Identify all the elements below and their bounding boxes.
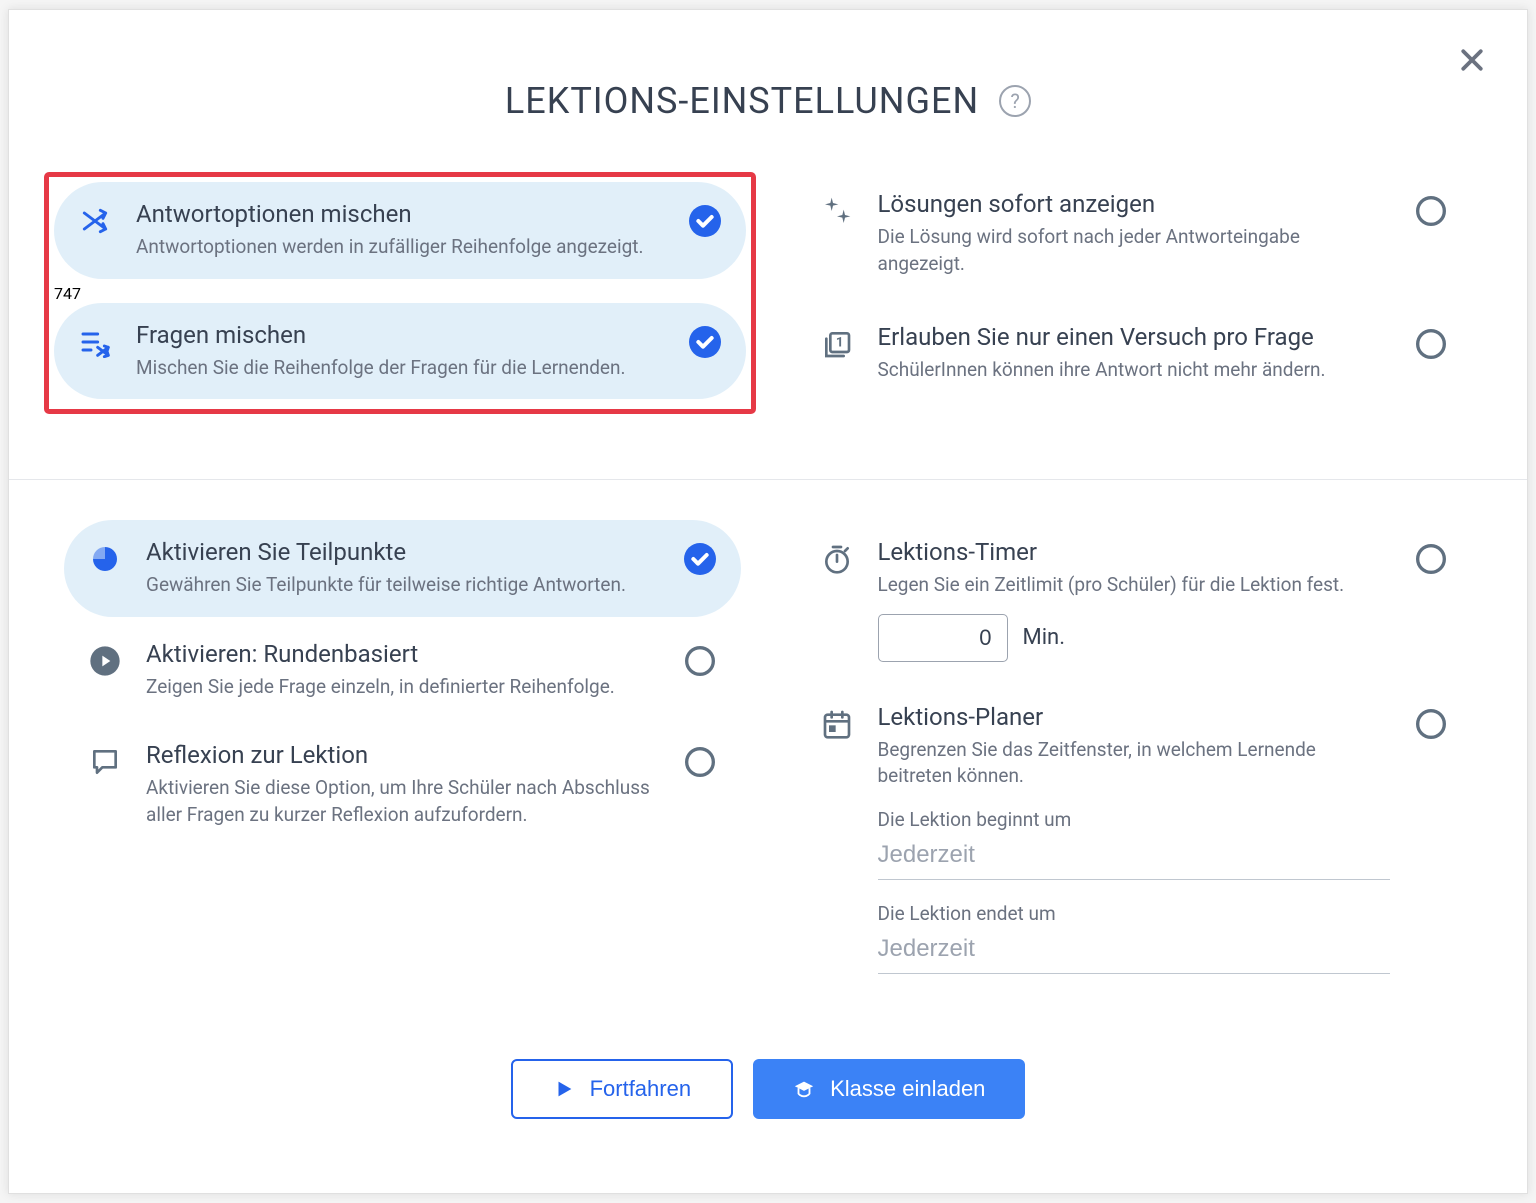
shuffle-icon: [79, 205, 111, 237]
planner-start-label: Die Lektion beginnt um: [878, 808, 1391, 831]
divider: [9, 479, 1527, 480]
option-desc: Gewähren Sie Teilpunkte für teilweise ri…: [146, 572, 659, 599]
continue-label: Fortfahren: [590, 1076, 692, 1102]
check-icon: [689, 205, 721, 237]
option-desc: Zeigen Sie jede Frage einzeln, in defini…: [146, 674, 659, 701]
option-desc: Aktivieren Sie diese Option, um Ihre Sch…: [146, 775, 659, 828]
option-desc: Die Lösung wird sofort nach jeder Antwor…: [878, 224, 1391, 277]
option-shuffle-answers[interactable]: Antwortoptionen mischen Antwortoptionen …: [54, 182, 746, 279]
options-grid-2: Aktivieren Sie Teilpunkte Gewähren Sie T…: [64, 520, 1472, 1019]
toggle-planner[interactable]: [1415, 708, 1447, 740]
option-title: Lektions-Timer: [878, 538, 1391, 566]
invite-label: Klasse einladen: [830, 1076, 985, 1102]
help-button[interactable]: ?: [999, 85, 1031, 117]
toggle-shuffle-questions[interactable]: [689, 326, 721, 358]
option-desc: Begrenzen Sie das Zeitfenster, in welche…: [878, 737, 1391, 790]
play-circle-icon: [89, 645, 121, 677]
toggle-partial-points[interactable]: [684, 543, 716, 575]
close-button[interactable]: [1457, 45, 1487, 75]
planner-end-input[interactable]: [878, 930, 1391, 974]
circle-icon: [1415, 195, 1447, 227]
graduation-cap-icon: [793, 1078, 815, 1100]
option-shuffle-questions[interactable]: Fragen mischen Mischen Sie die Reihenfol…: [54, 303, 746, 400]
chat-icon: [89, 746, 121, 778]
option-timer[interactable]: Lektions-Timer Legen Sie ein Zeitlimit (…: [796, 520, 1473, 680]
option-planner[interactable]: Lektions-Planer Begrenzen Sie das Zeitfe…: [796, 685, 1473, 1014]
modal-title: LEKTIONS-EINSTELLUNGEN: [505, 80, 979, 122]
continue-button[interactable]: Fortfahren: [511, 1059, 734, 1119]
option-desc: Legen Sie ein Zeitlimit (pro Schüler) fü…: [878, 572, 1391, 599]
footer-actions: Fortfahren Klasse einladen: [64, 1059, 1472, 1119]
right-column-bottom: Lektions-Timer Legen Sie ein Zeitlimit (…: [796, 520, 1473, 1019]
highlighted-options: Antwortoptionen mischen Antwortoptionen …: [44, 172, 756, 414]
check-icon: [689, 326, 721, 358]
option-title: Lösungen sofort anzeigen: [878, 190, 1391, 218]
play-icon: [553, 1078, 575, 1100]
toggle-round-based[interactable]: [684, 645, 716, 677]
option-title: Fragen mischen: [136, 321, 664, 349]
option-title: Antwortoptionen mischen: [136, 200, 664, 228]
svg-text:1: 1: [835, 336, 843, 351]
option-reflection[interactable]: Reflexion zur Lektion Aktivieren Sie die…: [64, 723, 741, 846]
timer-unit-label: Min.: [1023, 625, 1066, 650]
option-one-attempt[interactable]: 1 Erlauben Sie nur einen Versuch pro Fra…: [796, 305, 1473, 402]
title-bar: LEKTIONS-EINSTELLUNGEN ?: [64, 80, 1472, 122]
option-title: Erlauben Sie nur einen Versuch pro Frage: [878, 323, 1391, 351]
close-icon: [1457, 45, 1487, 75]
help-icon: ?: [1010, 89, 1019, 113]
toggle-timer[interactable]: [1415, 543, 1447, 575]
option-partial-points[interactable]: Aktivieren Sie Teilpunkte Gewähren Sie T…: [64, 520, 741, 617]
circle-icon: [684, 645, 716, 677]
planner-end-label: Die Lektion endet um: [878, 902, 1391, 925]
left-column: Antwortoptionen mischen Antwortoptionen …: [64, 172, 741, 449]
option-round-based[interactable]: Aktivieren: Rundenbasiert Zeigen Sie jed…: [64, 622, 741, 719]
option-show-solutions[interactable]: Lösungen sofort anzeigen Die Lösung wird…: [796, 172, 1473, 295]
options-grid: Antwortoptionen mischen Antwortoptionen …: [64, 172, 1472, 449]
one-attempt-icon: 1: [821, 328, 853, 360]
option-desc: Mischen Sie die Reihenfolge der Fragen f…: [136, 355, 664, 382]
lesson-settings-modal: LEKTIONS-EINSTELLUNGEN ? Antwortoptionen…: [8, 9, 1528, 1194]
invite-class-button[interactable]: Klasse einladen: [753, 1059, 1025, 1119]
toggle-shuffle-answers[interactable]: [689, 205, 721, 237]
option-title: Aktivieren Sie Teilpunkte: [146, 538, 659, 566]
option-title: Aktivieren: Rundenbasiert: [146, 640, 659, 668]
pie-icon: [89, 543, 121, 575]
timer-icon: [821, 543, 853, 575]
sparkle-icon: [821, 195, 853, 227]
option-desc: Antwortoptionen werden in zufälliger Rei…: [136, 234, 664, 261]
toggle-reflection[interactable]: [684, 746, 716, 778]
option-desc: SchülerInnen können ihre Antwort nicht m…: [878, 357, 1391, 384]
left-column-bottom: Aktivieren Sie Teilpunkte Gewähren Sie T…: [64, 520, 741, 1019]
circle-icon: [1415, 708, 1447, 740]
check-icon: [684, 543, 716, 575]
planner-start-input[interactable]: [878, 836, 1391, 880]
toggle-one-attempt[interactable]: [1415, 328, 1447, 360]
circle-icon: [1415, 328, 1447, 360]
circle-icon: [684, 746, 716, 778]
right-column-top: Lösungen sofort anzeigen Die Lösung wird…: [796, 172, 1473, 449]
timer-minutes-input[interactable]: [878, 614, 1008, 662]
toggle-show-solutions[interactable]: [1415, 195, 1447, 227]
list-shuffle-icon: [79, 326, 111, 358]
option-title: Reflexion zur Lektion: [146, 741, 659, 769]
circle-icon: [1415, 543, 1447, 575]
calendar-icon: [821, 708, 853, 740]
option-title: Lektions-Planer: [878, 703, 1391, 731]
